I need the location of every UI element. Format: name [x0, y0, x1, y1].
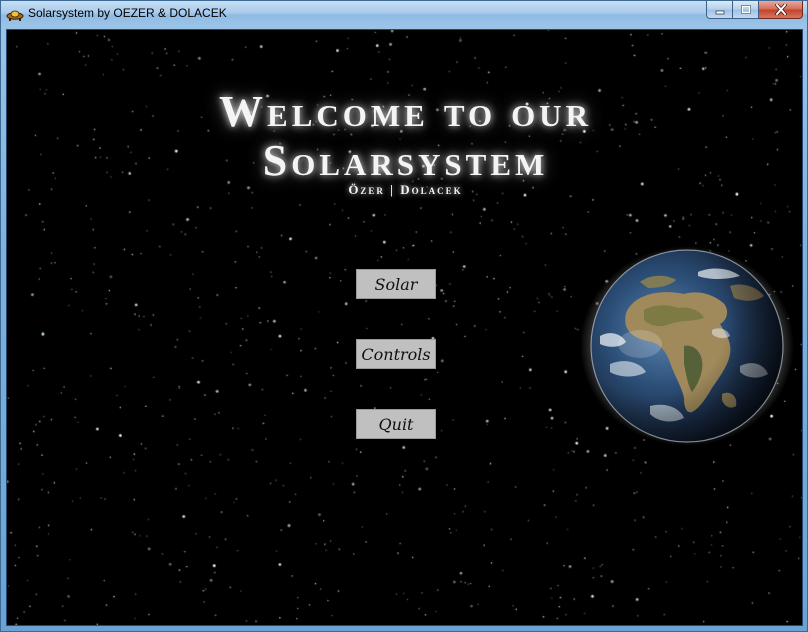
- welcome-heading: Welcome to our Solarsystem Özer | Dolace…: [7, 87, 802, 198]
- minimize-button[interactable]: [706, 1, 733, 19]
- app-window: Solarsystem by OEZER & DOLACEK Welcome t…: [0, 0, 808, 632]
- splash-screen: Welcome to our Solarsystem Özer | Dolace…: [6, 29, 803, 626]
- heading-line-2: Solarsystem: [262, 136, 549, 185]
- spaceship-icon: [6, 7, 24, 21]
- minimize-icon: [715, 10, 724, 14]
- heading-line-1: Welcome to our: [219, 87, 592, 136]
- window-title: Solarsystem by OEZER & DOLACEK: [28, 6, 227, 20]
- close-button[interactable]: [759, 1, 803, 19]
- title-bar[interactable]: Solarsystem by OEZER & DOLACEK: [1, 1, 807, 27]
- quit-button[interactable]: Quit: [356, 409, 436, 439]
- close-icon: [774, 4, 787, 15]
- controls-button[interactable]: Controls: [356, 339, 436, 369]
- maximize-button[interactable]: [733, 1, 759, 19]
- caption-buttons: [706, 1, 803, 20]
- maximize-icon: [740, 4, 751, 14]
- solar-button[interactable]: Solar: [356, 269, 436, 299]
- earth-image: [580, 246, 794, 446]
- authors-subtitle: Özer | Dolacek: [348, 182, 463, 197]
